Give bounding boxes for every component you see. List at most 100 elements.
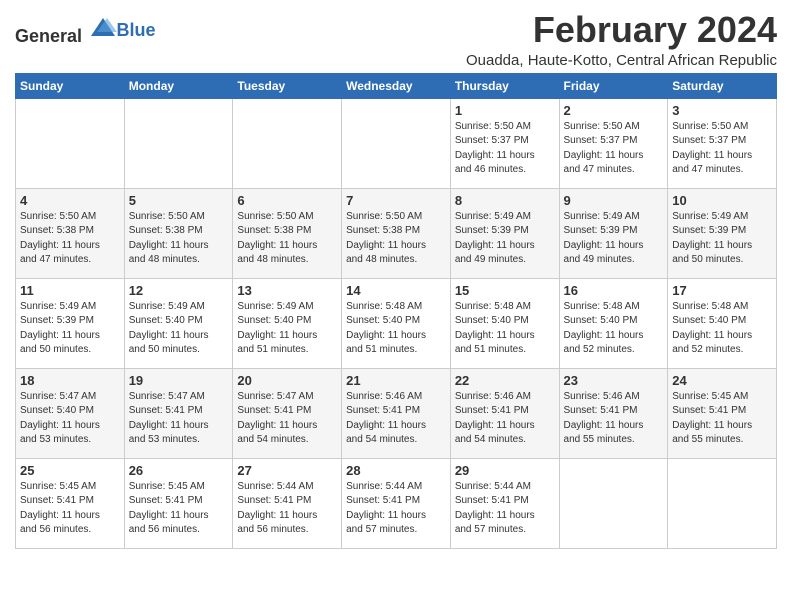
calendar-week-row: 25Sunrise: 5:45 AMSunset: 5:41 PMDayligh… <box>16 458 777 548</box>
logo-blue: Blue <box>117 20 156 40</box>
calendar-cell: 7 Sunrise: 5:50 AMSunset: 5:38 PMDaylight… <box>342 188 451 278</box>
day-header-wednesday: Wednesday <box>342 73 451 98</box>
logo-icon <box>89 14 117 42</box>
day-info: Sunrise: 5:50 AMSunset: 5:37 PMDaylight:… <box>455 120 555 178</box>
calendar-cell: 2Sunrise: 5:50 AMSunset: 5:37 PMDaylight… <box>559 98 668 188</box>
calendar-cell: 4 Sunrise: 5:50 AMSunset: 5:38 PMDaylight… <box>16 188 125 278</box>
day-number: 16 <box>564 283 664 298</box>
day-number: 10 <box>672 193 772 208</box>
calendar-cell: 19 Sunrise: 5:47 AMSunset: 5:41 PMDayligh… <box>124 368 233 458</box>
day-number: 26 <box>129 463 229 478</box>
day-number: 21 <box>346 373 446 388</box>
day-header-saturday: Saturday <box>668 73 777 98</box>
calendar-week-row: 11 Sunrise: 5:49 AMSunset: 5:39 PMDayligh… <box>16 278 777 368</box>
calendar-cell: 16 Sunrise: 5:48 AMSunset: 5:40 PMDayligh… <box>559 278 668 368</box>
calendar-cell: 29Sunrise: 5:44 AMSunset: 5:41 PMDayligh… <box>450 458 559 548</box>
day-number: 14 <box>346 283 446 298</box>
day-header-friday: Friday <box>559 73 668 98</box>
calendar-cell: 15 Sunrise: 5:48 AMSunset: 5:40 PMDayligh… <box>450 278 559 368</box>
calendar-cell: 14Sunrise: 5:48 AMSunset: 5:40 PMDayligh… <box>342 278 451 368</box>
calendar-cell: 1 Sunrise: 5:50 AMSunset: 5:37 PMDaylight… <box>450 98 559 188</box>
day-number: 13 <box>237 283 337 298</box>
calendar-cell <box>16 98 125 188</box>
month-year-title: February 2024 <box>466 10 777 50</box>
calendar-header-row: SundayMondayTuesdayWednesdayThursdayFrid… <box>16 73 777 98</box>
day-number: 24 <box>672 373 772 388</box>
day-number: 27 <box>237 463 337 478</box>
header: General Blue February 2024 Ouadda, Haute… <box>15 10 777 69</box>
calendar-cell: 26Sunrise: 5:45 AMSunset: 5:41 PMDayligh… <box>124 458 233 548</box>
calendar-cell: 17Sunrise: 5:48 AMSunset: 5:40 PMDayligh… <box>668 278 777 368</box>
calendar-cell: 13 Sunrise: 5:49 AMSunset: 5:40 PMDayligh… <box>233 278 342 368</box>
day-info: Sunrise: 5:47 AMSunset: 5:41 PMDaylight:… <box>237 390 337 448</box>
calendar-cell: 24 Sunrise: 5:45 AMSunset: 5:41 PMDayligh… <box>668 368 777 458</box>
day-info: Sunrise: 5:49 AMSunset: 5:40 PMDaylight:… <box>237 300 337 358</box>
day-info: Sunrise: 5:47 AMSunset: 5:40 PMDaylight:… <box>20 390 120 448</box>
calendar-cell <box>559 458 668 548</box>
calendar-cell: 21 Sunrise: 5:46 AMSunset: 5:41 PMDayligh… <box>342 368 451 458</box>
calendar-week-row: 18Sunrise: 5:47 AMSunset: 5:40 PMDayligh… <box>16 368 777 458</box>
day-number: 9 <box>564 193 664 208</box>
day-header-thursday: Thursday <box>450 73 559 98</box>
day-number: 1 <box>455 103 555 118</box>
calendar-cell: 18Sunrise: 5:47 AMSunset: 5:40 PMDayligh… <box>16 368 125 458</box>
day-number: 11 <box>20 283 120 298</box>
calendar-cell: 20 Sunrise: 5:47 AMSunset: 5:41 PMDayligh… <box>233 368 342 458</box>
calendar-cell <box>124 98 233 188</box>
calendar-cell <box>668 458 777 548</box>
day-info: Sunrise: 5:46 AMSunset: 5:41 PMDaylight:… <box>564 390 664 448</box>
calendar-cell: 5 Sunrise: 5:50 AMSunset: 5:38 PMDaylight… <box>124 188 233 278</box>
day-number: 12 <box>129 283 229 298</box>
calendar-cell: 9 Sunrise: 5:49 AMSunset: 5:39 PMDaylight… <box>559 188 668 278</box>
day-info: Sunrise: 5:50 AMSunset: 5:37 PMDaylight:… <box>564 120 664 178</box>
calendar-cell <box>342 98 451 188</box>
calendar-week-row: 4 Sunrise: 5:50 AMSunset: 5:38 PMDaylight… <box>16 188 777 278</box>
day-info: Sunrise: 5:49 AMSunset: 5:39 PMDaylight:… <box>455 210 555 268</box>
day-info: Sunrise: 5:48 AMSunset: 5:40 PMDaylight:… <box>564 300 664 358</box>
day-info: Sunrise: 5:50 AMSunset: 5:38 PMDaylight:… <box>129 210 229 268</box>
day-info: Sunrise: 5:44 AMSunset: 5:41 PMDaylight:… <box>455 480 555 538</box>
day-info: Sunrise: 5:50 AMSunset: 5:38 PMDaylight:… <box>20 210 120 268</box>
day-number: 5 <box>129 193 229 208</box>
day-header-tuesday: Tuesday <box>233 73 342 98</box>
day-info: Sunrise: 5:50 AMSunset: 5:38 PMDaylight:… <box>346 210 446 268</box>
day-info: Sunrise: 5:49 AMSunset: 5:40 PMDaylight:… <box>129 300 229 358</box>
day-info: Sunrise: 5:49 AMSunset: 5:39 PMDaylight:… <box>20 300 120 358</box>
calendar-cell: 22 Sunrise: 5:46 AMSunset: 5:41 PMDayligh… <box>450 368 559 458</box>
day-info: Sunrise: 5:49 AMSunset: 5:39 PMDaylight:… <box>672 210 772 268</box>
calendar-cell <box>233 98 342 188</box>
day-info: Sunrise: 5:47 AMSunset: 5:41 PMDaylight:… <box>129 390 229 448</box>
day-number: 4 <box>20 193 120 208</box>
calendar-cell: 23 Sunrise: 5:46 AMSunset: 5:41 PMDayligh… <box>559 368 668 458</box>
day-number: 20 <box>237 373 337 388</box>
day-header-sunday: Sunday <box>16 73 125 98</box>
title-area: February 2024 Ouadda, Haute-Kotto, Centr… <box>466 10 777 69</box>
day-number: 3 <box>672 103 772 118</box>
logo: General Blue <box>15 14 156 47</box>
calendar-cell: 28Sunrise: 5:44 AMSunset: 5:41 PMDayligh… <box>342 458 451 548</box>
calendar-week-row: 1 Sunrise: 5:50 AMSunset: 5:37 PMDaylight… <box>16 98 777 188</box>
day-info: Sunrise: 5:45 AMSunset: 5:41 PMDaylight:… <box>672 390 772 448</box>
day-number: 6 <box>237 193 337 208</box>
day-number: 19 <box>129 373 229 388</box>
day-info: Sunrise: 5:44 AMSunset: 5:41 PMDaylight:… <box>237 480 337 538</box>
calendar-cell: 8Sunrise: 5:49 AMSunset: 5:39 PMDaylight… <box>450 188 559 278</box>
day-number: 7 <box>346 193 446 208</box>
calendar-cell: 12 Sunrise: 5:49 AMSunset: 5:40 PMDayligh… <box>124 278 233 368</box>
day-info: Sunrise: 5:46 AMSunset: 5:41 PMDaylight:… <box>455 390 555 448</box>
day-info: Sunrise: 5:46 AMSunset: 5:41 PMDaylight:… <box>346 390 446 448</box>
location-subtitle: Ouadda, Haute-Kotto, Central African Rep… <box>466 52 777 69</box>
calendar-body: 1 Sunrise: 5:50 AMSunset: 5:37 PMDaylight… <box>16 98 777 548</box>
day-number: 22 <box>455 373 555 388</box>
logo-general: General <box>15 26 82 46</box>
day-number: 15 <box>455 283 555 298</box>
day-number: 23 <box>564 373 664 388</box>
calendar-cell: 10 Sunrise: 5:49 AMSunset: 5:39 PMDayligh… <box>668 188 777 278</box>
day-info: Sunrise: 5:48 AMSunset: 5:40 PMDaylight:… <box>455 300 555 358</box>
day-number: 28 <box>346 463 446 478</box>
calendar-cell: 6Sunrise: 5:50 AMSunset: 5:38 PMDaylight… <box>233 188 342 278</box>
day-header-monday: Monday <box>124 73 233 98</box>
day-number: 17 <box>672 283 772 298</box>
calendar-cell: 3Sunrise: 5:50 AMSunset: 5:37 PMDaylight… <box>668 98 777 188</box>
day-info: Sunrise: 5:49 AMSunset: 5:39 PMDaylight:… <box>564 210 664 268</box>
